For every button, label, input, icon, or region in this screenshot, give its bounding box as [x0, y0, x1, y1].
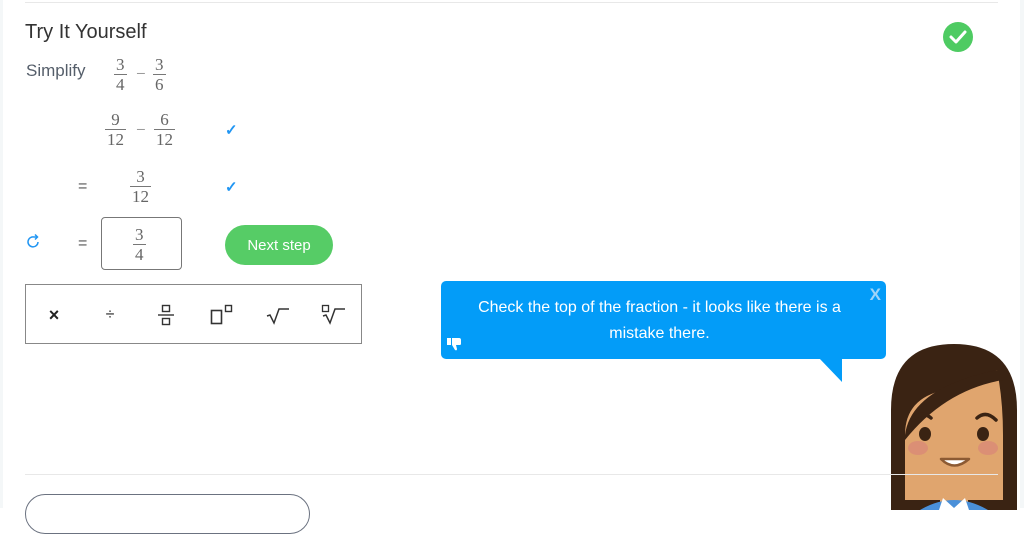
square-root-icon — [266, 308, 289, 325]
left-margin — [0, 0, 3, 508]
problem-fraction-a: 3 4 — [114, 55, 127, 94]
problem-operator: − — [136, 64, 146, 83]
hint-text: Check the top of the fraction - it looks… — [478, 299, 841, 342]
fraction-icon — [158, 304, 174, 326]
step2-fraction: 3 12 — [130, 167, 151, 206]
redo-icon[interactable] — [26, 233, 42, 254]
math-keypad: × ÷ — [25, 284, 362, 344]
answer-input[interactable]: 3 4 — [101, 217, 182, 270]
nth-root-icon — [321, 304, 345, 325]
step1-operator: − — [136, 120, 146, 139]
bottom-pill-button[interactable] — [25, 494, 310, 534]
next-step-button[interactable]: Next step — [225, 225, 333, 265]
step1-fraction-right: 6 12 — [154, 110, 175, 149]
exponent-icon — [210, 304, 233, 325]
step2-equals: = — [78, 178, 88, 195]
exponent-key[interactable] — [207, 300, 237, 330]
current-step-equals: = — [78, 235, 88, 252]
nth-root-key[interactable] — [319, 300, 349, 330]
multiply-key[interactable]: × — [39, 300, 69, 330]
thumbs-down-icon[interactable] — [447, 337, 463, 356]
step1-check-icon: ✓ — [225, 123, 238, 139]
problem-fraction-b: 3 6 — [153, 55, 166, 94]
hint-close-button[interactable]: X — [870, 285, 881, 305]
hint-bubble: Check the top of the fraction - it looks… — [441, 281, 886, 382]
answer-fraction[interactable]: 3 4 — [133, 226, 146, 264]
divide-key[interactable]: ÷ — [95, 300, 125, 330]
bottom-divider — [25, 474, 998, 475]
problem-instruction: Simplify — [26, 61, 86, 80]
tutor-avatar — [885, 340, 1024, 515]
hint-tail — [819, 358, 842, 382]
fraction-key[interactable] — [151, 300, 181, 330]
top-divider — [25, 2, 998, 3]
step1-fraction-left: 9 12 — [105, 110, 126, 149]
step2-check-icon: ✓ — [225, 180, 238, 196]
completed-check-icon — [943, 22, 973, 52]
section-title: Try It Yourself — [25, 21, 147, 43]
square-root-key[interactable] — [263, 300, 293, 330]
